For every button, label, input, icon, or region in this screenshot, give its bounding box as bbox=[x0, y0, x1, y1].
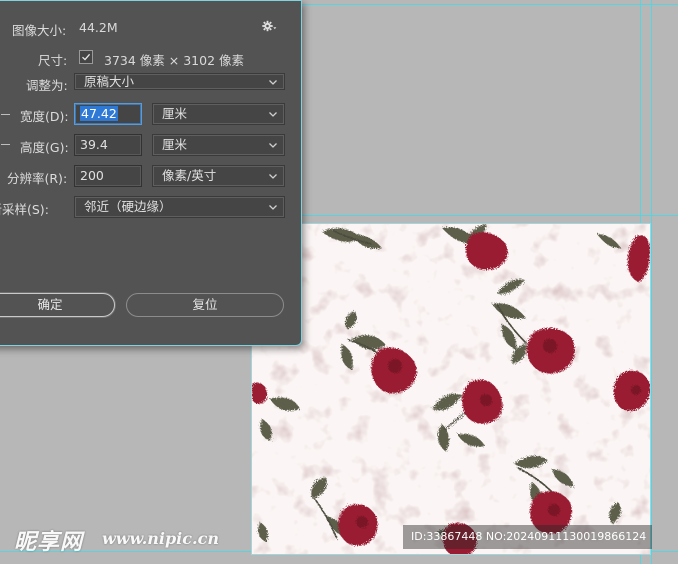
width-label: 宽度(D): bbox=[20, 109, 69, 124]
fit-to-label: 调整为: bbox=[26, 78, 68, 93]
width-input[interactable]: 47.42 bbox=[74, 103, 142, 125]
resolution-label: 分辨率(R): bbox=[7, 171, 68, 186]
fit-to-value: 原稿大小 bbox=[84, 74, 135, 89]
chevron-down-icon bbox=[269, 80, 277, 85]
rose-pattern-image bbox=[252, 224, 650, 554]
chevron-down-icon bbox=[269, 174, 277, 179]
chevron-down-icon bbox=[269, 205, 277, 210]
check-icon bbox=[82, 53, 91, 61]
watermark-id: ID:33867448 NO:20240911130019866124 bbox=[403, 525, 652, 549]
guide-vertical bbox=[651, 0, 652, 564]
height-value: 39.4 bbox=[80, 137, 108, 152]
resolution-input[interactable]: 200 bbox=[74, 165, 142, 187]
fit-to-dropdown[interactable]: 原稿大小 bbox=[74, 73, 285, 90]
resample-value: 邻近（硬边缘） bbox=[84, 199, 172, 214]
chevron-down-icon bbox=[269, 143, 277, 148]
watermark-logo: 昵享网 bbox=[14, 530, 84, 555]
image-size-dialog: 图像大小: 44.2M 尺寸: 3734 像素 × 3102 像素 调整为: 原… bbox=[0, 0, 302, 346]
width-unit-dropdown[interactable]: 厘米 bbox=[152, 103, 285, 125]
resolution-unit-value: 像素/英寸 bbox=[162, 168, 217, 183]
resample-label: 重新采样(S): bbox=[0, 202, 49, 217]
resolution-value: 200 bbox=[80, 168, 104, 183]
height-label: 高度(G): bbox=[20, 140, 69, 155]
link-line bbox=[1, 144, 10, 145]
reset-button-label: 复位 bbox=[192, 297, 218, 312]
height-unit-value: 厘米 bbox=[162, 137, 188, 152]
gear-icon[interactable] bbox=[261, 18, 277, 34]
width-unit-value: 厘米 bbox=[162, 106, 188, 121]
reset-button[interactable]: 复位 bbox=[126, 293, 284, 317]
watermark-site: www.nipic.cn bbox=[102, 529, 219, 548]
dimensions-checkbox[interactable] bbox=[79, 50, 93, 64]
canvas-document[interactable] bbox=[251, 223, 651, 555]
width-value: 47.42 bbox=[80, 106, 118, 121]
dimensions-label: 尺寸: bbox=[38, 53, 68, 68]
link-line bbox=[1, 114, 10, 115]
image-size-label: 图像大小: bbox=[12, 23, 67, 38]
height-input[interactable]: 39.4 bbox=[74, 134, 142, 156]
height-unit-dropdown[interactable]: 厘米 bbox=[152, 134, 285, 156]
dimensions-value: 3734 像素 × 3102 像素 bbox=[104, 53, 244, 68]
ok-button-label: 确定 bbox=[37, 297, 63, 312]
resolution-unit-dropdown[interactable]: 像素/英寸 bbox=[152, 165, 285, 187]
resample-dropdown[interactable]: 邻近（硬边缘） bbox=[74, 196, 285, 218]
chevron-down-icon bbox=[269, 112, 277, 117]
image-size-value: 44.2M bbox=[79, 20, 118, 35]
ok-button[interactable]: 确定 bbox=[0, 293, 115, 317]
